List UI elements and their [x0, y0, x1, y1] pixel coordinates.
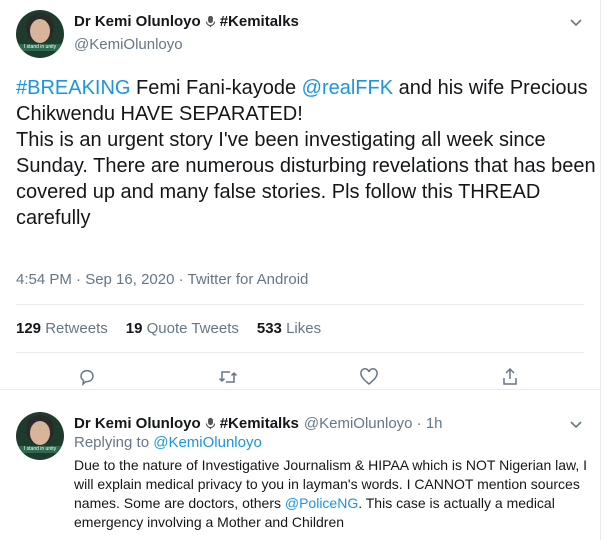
replying-prefix: Replying to [74, 434, 150, 451]
retweets-count: 129 [16, 320, 42, 337]
reply-avatar[interactable]: I stand in unity [16, 412, 64, 460]
reply-icon[interactable] [77, 367, 97, 387]
divider [16, 304, 584, 305]
reply-author-name[interactable]: Dr Kemi Olunloyo [74, 415, 201, 432]
microphone-icon [205, 15, 215, 28]
likes-count: 533 [256, 320, 282, 337]
tweet-link[interactable]: @realFFK [302, 77, 393, 99]
author-name-row[interactable]: Dr Kemi Olunloyo #Kemitalks [74, 13, 299, 30]
avatar[interactable]: I stand in unity [16, 10, 64, 58]
avatar-caption: I stand in unity [16, 44, 64, 51]
likes-stat[interactable]: 533 Likes [257, 320, 321, 337]
author-name[interactable]: Dr Kemi Olunloyo [74, 13, 201, 30]
share-icon[interactable] [500, 367, 520, 387]
caret-down-icon[interactable] [568, 416, 584, 432]
retweet-icon[interactable] [218, 367, 238, 387]
replying-to: Replying to @KemiOlunloyo [74, 434, 262, 451]
quotes-label: Quote Tweets [146, 320, 239, 337]
mention-link[interactable]: @PoliceNG [285, 495, 358, 511]
main-tweet: I stand in unity Dr Kemi Olunloyo #Kemit… [0, 0, 601, 389]
quotes-count: 19 [125, 320, 143, 337]
tweet-stats: 129 Retweets 19 Quote Tweets 533 Likes [16, 320, 321, 337]
tweet-text-part: and his wife Precious Chikwendu HAVE SEP… [16, 77, 596, 229]
tweet-text: #BREAKING Femi Fani-kayode @realFFK and … [16, 75, 596, 231]
caret-down-icon[interactable] [568, 14, 584, 30]
reply-text: Due to the nature of Investigative Journ… [74, 456, 594, 532]
retweets-stat[interactable]: 129 Retweets [16, 320, 108, 337]
tweet-text-part: Femi Fani-kayode [130, 77, 302, 99]
like-icon[interactable] [359, 367, 379, 387]
author-hashtag-name[interactable]: #Kemitalks [220, 13, 299, 30]
retweets-label: Retweets [45, 320, 108, 337]
divider [16, 352, 584, 353]
tweet-link[interactable]: #BREAKING [16, 77, 130, 99]
author-handle[interactable]: @KemiOlunloyo [74, 36, 183, 53]
reply-author-row[interactable]: Dr Kemi Olunloyo #Kemitalks @KemiOlunloy… [74, 415, 443, 432]
reply-handle-time[interactable]: @KemiOlunloyo · 1h [304, 415, 443, 432]
quotes-stat[interactable]: 19 Quote Tweets [126, 320, 239, 337]
likes-label: Likes [286, 320, 322, 337]
microphone-icon [205, 417, 215, 430]
replying-to-link[interactable]: @KemiOlunloyo [153, 434, 262, 451]
avatar-caption: I stand in unity [16, 446, 64, 453]
reply-author-hashtag-name[interactable]: #Kemitalks [220, 415, 299, 432]
tweet-timestamp[interactable]: 4:54 PM · Sep 16, 2020 · Twitter for And… [16, 271, 308, 288]
